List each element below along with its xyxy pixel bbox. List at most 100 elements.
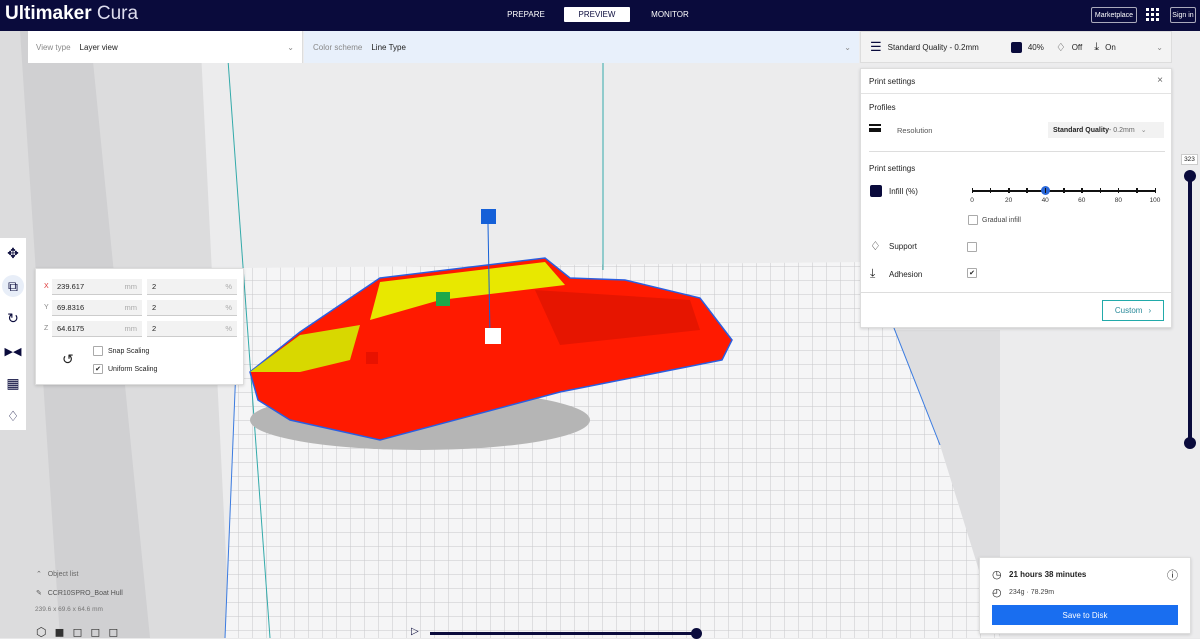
- material-usage: 234g · 78.29m: [1009, 589, 1055, 596]
- infill-tick: [1081, 188, 1083, 193]
- color-scheme-select[interactable]: Color scheme Line Type ⌄: [304, 31, 859, 63]
- scale-x-mm-input[interactable]: 239.617 mm: [52, 279, 142, 295]
- support-checkbox[interactable]: [967, 242, 977, 252]
- resolution-label: Resolution: [897, 126, 933, 135]
- infill-tick: [989, 188, 992, 193]
- close-icon[interactable]: ×: [1157, 75, 1163, 86]
- custom-button[interactable]: Custom ›: [1102, 300, 1164, 321]
- infill-tick-label: 0: [970, 197, 974, 204]
- sign-in-button[interactable]: Sign in: [1170, 7, 1196, 23]
- view-top-icon[interactable]: ◻: [72, 625, 82, 639]
- print-settings-panel: Print settings × Profiles Resolution Sta…: [860, 68, 1172, 328]
- adhesion-icon: ⤓: [1094, 40, 1100, 53]
- axis-label: X: [44, 283, 49, 290]
- print-settings-heading: Print settings: [869, 164, 916, 173]
- reset-scale-icon[interactable]: ↺: [62, 351, 74, 368]
- print-settings-summary[interactable]: ☰ Standard Quality - 0.2mm 40% ♢ Off ⤓ O…: [860, 31, 1172, 63]
- play-icon[interactable]: ▷: [411, 626, 419, 637]
- scale-handle-center[interactable]: [485, 328, 501, 344]
- save-to-disk-button[interactable]: Save to Disk: [992, 605, 1178, 625]
- uniform-scaling-label: Uniform Scaling: [108, 366, 158, 373]
- layer-slider-bottom-handle[interactable]: [1184, 437, 1196, 449]
- infill-summary: 40%: [1027, 42, 1044, 52]
- infill-label: Infill (%): [889, 187, 918, 196]
- adhesion-checkbox[interactable]: ✔: [967, 268, 977, 278]
- info-icon[interactable]: ⓘ: [1167, 567, 1178, 583]
- clock-icon: ◷: [992, 569, 1002, 581]
- marketplace-button[interactable]: Marketplace: [1091, 7, 1137, 23]
- infill-tick-label: 40: [1041, 197, 1049, 204]
- snap-scaling-label: Snap Scaling: [108, 348, 150, 355]
- scale-z-percent-input[interactable]: 2%: [147, 321, 237, 337]
- path-slider[interactable]: [430, 632, 697, 635]
- infill-tick-label: 60: [1078, 197, 1086, 204]
- scale-z-mm-input[interactable]: 64.6175 mm: [52, 321, 142, 337]
- resolution-layer: - 0.2mm: [1109, 126, 1135, 134]
- resolution-icon: [869, 124, 881, 132]
- support-blocker-icon[interactable]: ♢: [2, 405, 24, 427]
- layer-slider-top-handle[interactable]: [1184, 170, 1196, 182]
- scale-handle-z[interactable]: [481, 209, 496, 224]
- infill-tick-label: 100: [1149, 197, 1161, 204]
- snap-scaling-checkbox[interactable]: [93, 346, 103, 356]
- view-type-label: View type: [36, 42, 71, 52]
- scale-handle-y[interactable]: [436, 292, 450, 306]
- infill-tick-label: 80: [1114, 197, 1122, 204]
- tab-monitor[interactable]: MONITOR: [644, 7, 696, 22]
- axis-label: Y: [44, 304, 49, 311]
- apps-grid-icon[interactable]: [1146, 8, 1159, 21]
- move-tool-icon[interactable]: ✥: [2, 242, 24, 264]
- support-icon: ♢: [1055, 41, 1066, 54]
- tab-prepare[interactable]: PREPARE: [500, 7, 552, 22]
- chevron-down-icon: ⌄: [1156, 42, 1163, 52]
- resolution-select[interactable]: Standard Quality - 0.2mm ⌄: [1048, 122, 1164, 138]
- view-right-icon[interactable]: ◻: [108, 625, 118, 639]
- mirror-tool-icon[interactable]: ▶◀: [2, 340, 24, 362]
- object-name[interactable]: ✎ CCR10SPRO_Boat Hull: [36, 589, 123, 597]
- path-slider-handle[interactable]: [691, 628, 702, 639]
- view-front-icon[interactable]: ◼: [54, 625, 64, 639]
- support-label: Support: [889, 242, 918, 251]
- resolution-quality: Standard Quality: [1053, 126, 1110, 134]
- scale-y-mm-input[interactable]: 69.8316 mm: [52, 300, 142, 316]
- layer-number[interactable]: 323: [1181, 154, 1198, 165]
- infill-tick: [1008, 188, 1010, 193]
- adhesion-label: Adhesion: [889, 270, 923, 279]
- view-3d-icon[interactable]: ⬡: [36, 625, 46, 639]
- infill-tick-label: 20: [1004, 197, 1013, 204]
- profile-summary: Standard Quality - 0.2mm: [887, 42, 979, 52]
- scale-y-percent-input[interactable]: 2%: [147, 300, 237, 316]
- adhesion-icon: ⤓: [870, 266, 876, 280]
- scale-tool-icon[interactable]: ⧉: [2, 275, 24, 297]
- object-list-toggle[interactable]: ⌃ Object list: [36, 570, 78, 578]
- support-summary: Off: [1071, 42, 1083, 52]
- per-model-settings-icon[interactable]: ▦: [2, 372, 24, 394]
- infill-tick: [1117, 188, 1120, 193]
- view-type-select[interactable]: View type Layer view ⌄: [28, 31, 303, 63]
- top-bar: Ultimaker Cura PREPARE PREVIEW MONITOR M…: [0, 0, 1200, 31]
- chevron-down-icon: ⌄: [844, 42, 851, 52]
- spool-icon: ◴: [992, 587, 1002, 599]
- layer-slider-track[interactable]: [1188, 176, 1192, 444]
- color-scheme-value: Line Type: [371, 42, 406, 52]
- infill-icon: [870, 185, 882, 197]
- scale-handle-x[interactable]: [366, 352, 378, 364]
- uniform-scaling-checkbox[interactable]: ✔: [93, 364, 103, 374]
- infill-tick: [1063, 188, 1065, 193]
- rotate-tool-icon[interactable]: ↻: [2, 307, 24, 329]
- job-summary-card: ◷ 21 hours 38 minutes ⓘ ◴ 234g · 78.29m …: [979, 557, 1191, 634]
- scale-x-percent-input[interactable]: 2%: [147, 279, 237, 295]
- gradual-infill-checkbox[interactable]: [968, 215, 978, 225]
- infill-tick: [971, 188, 973, 193]
- view-left-icon[interactable]: ◻: [90, 625, 100, 639]
- infill-icon: [1010, 41, 1022, 53]
- infill-tick: [1026, 188, 1028, 193]
- infill-tick: [1099, 188, 1102, 193]
- chevron-down-icon: ⌄: [1140, 127, 1147, 134]
- scale-panel: X 239.617 mm 2% Y 69.8316 mm 2% Z 64.6175 mm …: [35, 268, 244, 385]
- infill-slider[interactable]: [971, 186, 1156, 195]
- object-dimensions: 239.6 x 69.6 x 64.6 mm: [35, 606, 103, 613]
- pencil-icon: ✎: [36, 590, 42, 597]
- tab-preview[interactable]: PREVIEW: [564, 7, 630, 22]
- gradual-infill-label: Gradual infill: [982, 217, 1021, 224]
